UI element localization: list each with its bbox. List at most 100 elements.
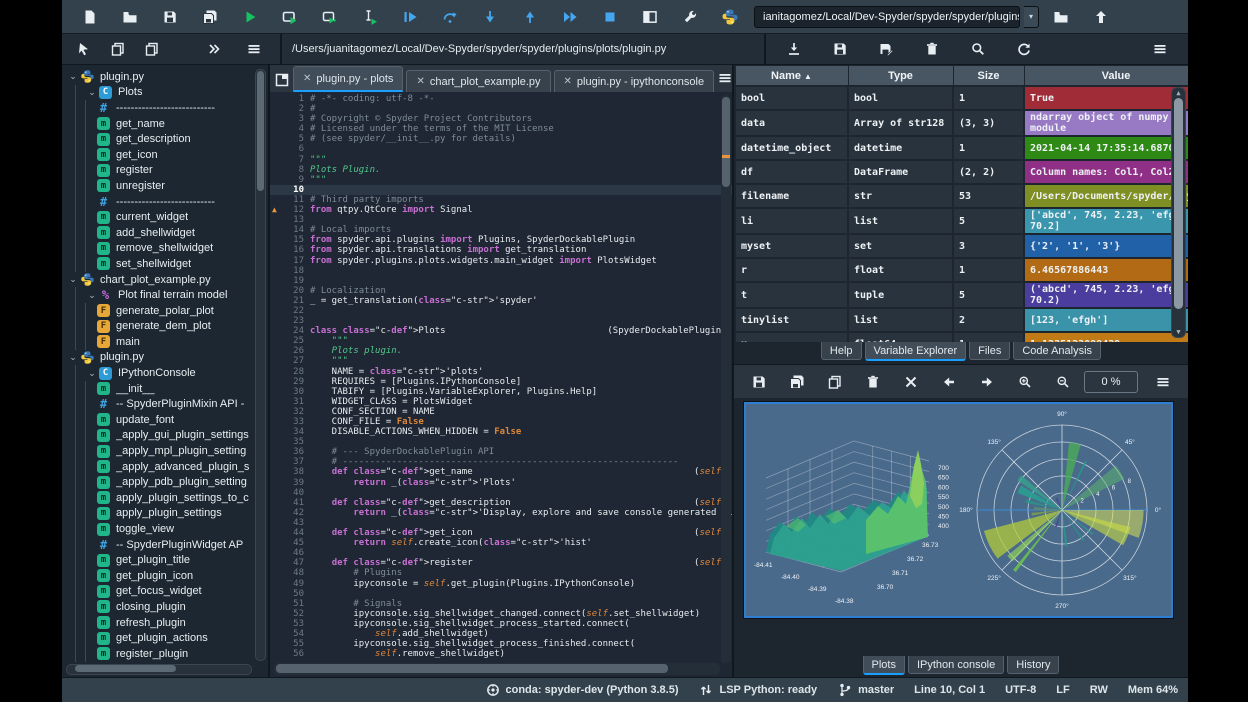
status-master[interactable]: master <box>837 682 894 698</box>
line-number[interactable]: 37 <box>270 457 310 467</box>
step-over-button[interactable] <box>432 4 468 30</box>
editor-options-menu[interactable] <box>717 68 733 88</box>
column-header-size[interactable]: Size <box>953 66 1024 87</box>
outline-item-Plotfinalterrainmodel[interactable]: ⌄%Plot final terrain model <box>62 287 258 303</box>
variable-row-r[interactable]: r float 1 6.46567886443 <box>735 258 1188 282</box>
line-number[interactable]: 50 <box>270 589 310 599</box>
outline-item-SpyderPluginWidgetAP[interactable]: #-- SpyderPluginWidget AP <box>62 537 258 553</box>
tab-help[interactable]: Help <box>821 342 862 360</box>
line-number[interactable]: 34 <box>270 427 310 437</box>
expander-chevron-icon[interactable]: ⌄ <box>66 71 80 82</box>
var-value[interactable]: Column names: Col1, Col2 <box>1024 160 1188 184</box>
line-number[interactable]: 5 <box>270 134 310 144</box>
outline-item-set_shellwidget[interactable]: mset_shellwidget <box>62 256 258 272</box>
run-cell-advance-button[interactable] <box>312 4 348 30</box>
variable-row-filename[interactable]: filename str 53 /Users/Documents/spyder/… <box>735 184 1188 208</box>
line-number[interactable]: 31 <box>270 397 310 407</box>
line-number[interactable]: 3 <box>270 114 310 124</box>
options-menu[interactable] <box>238 38 270 60</box>
editor-vertical-scrollbar[interactable] <box>721 95 731 663</box>
line-number[interactable]: 20 <box>270 286 310 296</box>
remove-plot-button[interactable] <box>856 370 890 394</box>
line-number[interactable]: 21 <box>270 296 310 306</box>
plot-figure[interactable]: 700650600550500450400-84.41-84.40-84.39-… <box>744 402 1173 618</box>
tab-history[interactable]: History <box>1007 656 1059 674</box>
line-number[interactable]: ▲12 <box>270 205 310 215</box>
remove-variable-button[interactable] <box>916 38 948 60</box>
maximize-pane-button[interactable] <box>632 4 668 30</box>
open-file-button[interactable] <box>112 4 148 30</box>
next-plot-button[interactable] <box>970 370 1004 394</box>
outline-item-pluginpy[interactable]: ⌄plugin.py <box>62 69 258 85</box>
outline-horizontal-scrollbar[interactable] <box>66 664 252 675</box>
var-value[interactable]: /Users/Documents/spyder/spyder/tests/tes… <box>1024 184 1188 208</box>
line-number[interactable]: 45 <box>270 538 310 548</box>
outline-item-get_plugin_icon[interactable]: mget_plugin_icon <box>62 568 258 584</box>
working-directory-dropdown-arrow[interactable]: ▾ <box>1024 6 1039 28</box>
line-number[interactable]: 46 <box>270 548 310 558</box>
editor-horizontal-scrollbar[interactable] <box>274 663 720 675</box>
line-number[interactable]: 17 <box>270 256 310 266</box>
line-number[interactable]: 40 <box>270 488 310 498</box>
outline-item-current_widget[interactable]: mcurrent_widget <box>62 209 258 225</box>
close-tab-icon[interactable]: ✕ <box>416 76 424 87</box>
tab-variable-explorer[interactable]: Variable Explorer <box>865 342 967 361</box>
line-number[interactable]: 26 <box>270 346 310 356</box>
expander-chevron-icon[interactable]: ⌄ <box>85 290 99 301</box>
outline-item-generate_polar_plot[interactable]: Fgenerate_polar_plot <box>62 303 258 319</box>
variable-row-myset[interactable]: myset set 3 {'2', '1', '3'} <box>735 234 1188 258</box>
line-number[interactable]: 41 <box>270 498 310 508</box>
options-menu[interactable] <box>1144 38 1176 60</box>
line-number[interactable]: 27 <box>270 356 310 366</box>
line-number[interactable]: 56 <box>270 649 310 659</box>
scroll-up-arrow[interactable]: ▲ <box>1174 89 1183 97</box>
line-number[interactable]: 39 <box>270 478 310 488</box>
status-line-10-col-1[interactable]: Line 10, Col 1 <box>914 684 985 696</box>
line-number[interactable]: 1 <box>270 94 310 104</box>
var-value[interactable]: 2021-04-14 17:35:14.687085 <box>1024 136 1188 160</box>
save-all-button[interactable] <box>192 4 228 30</box>
status-rw[interactable]: RW <box>1090 684 1108 696</box>
outline-item-update_font[interactable]: mupdate_font <box>62 412 258 428</box>
refresh-variables-button[interactable] <box>1008 38 1040 60</box>
outline-item-register_plugin[interactable]: mregister_plugin <box>62 646 258 662</box>
save-button[interactable] <box>152 4 188 30</box>
working-directory-combobox[interactable]: ianitagomez/Local/Dev-Spyder/spyder/spyd… <box>754 6 1020 28</box>
save-data-as-button[interactable] <box>870 38 902 60</box>
copy-path-button[interactable] <box>136 38 168 60</box>
line-number[interactable]: 54 <box>270 629 310 639</box>
var-value[interactable]: ndarray object of numpy module <box>1024 110 1188 136</box>
outline-item-apply_plugin_settings_to[interactable]: mapply_plugin_settings_to_c <box>62 490 258 506</box>
expander-chevron-icon[interactable]: ⌄ <box>85 87 99 98</box>
outline-item-[interactable]: #--------------------------- <box>62 100 258 116</box>
status-mem-64-[interactable]: Mem 64% <box>1128 684 1178 696</box>
var-value[interactable]: {'2', '1', '3'} <box>1024 234 1188 258</box>
save-data-button[interactable] <box>824 38 856 60</box>
options-menu[interactable] <box>1146 370 1180 394</box>
outline-item-get_icon[interactable]: mget_icon <box>62 147 258 163</box>
outline-item-get_plugin_actions[interactable]: mget_plugin_actions <box>62 630 258 646</box>
import-data-button[interactable] <box>778 38 810 60</box>
var-value[interactable]: ['abcd', 745, 2.23, 'efgh', 70.2] <box>1024 208 1188 234</box>
line-number[interactable]: 14 <box>270 225 310 235</box>
variable-row-datetime_object[interactable]: datetime_object datetime 1 2021-04-14 17… <box>735 136 1188 160</box>
var-value[interactable]: True <box>1024 86 1188 110</box>
line-number[interactable]: 52 <box>270 609 310 619</box>
line-number[interactable]: 7 <box>270 155 310 165</box>
zoom-in-button[interactable] <box>1008 370 1042 394</box>
line-number[interactable]: 4 <box>270 124 310 134</box>
outline-item-unregister[interactable]: munregister <box>62 178 258 194</box>
outline-item-get_name[interactable]: mget_name <box>62 116 258 132</box>
editor-tab-chart-plot-example-py[interactable]: ✕chart_plot_example.py <box>406 70 550 92</box>
tab-ipython-console[interactable]: IPython console <box>908 656 1004 674</box>
outline-item-get_focus_widget[interactable]: mget_focus_widget <box>62 584 258 600</box>
line-number[interactable]: 18 <box>270 266 310 276</box>
variable-row-df[interactable]: df DataFrame (2, 2) Column names: Col1, … <box>735 160 1188 184</box>
line-number[interactable]: 24 <box>270 326 310 336</box>
line-number[interactable]: 36 <box>270 447 310 457</box>
outline-item-closing_plugin[interactable]: mclosing_plugin <box>62 599 258 615</box>
expander-chevron-icon[interactable]: ⌄ <box>85 368 99 379</box>
line-number[interactable]: 48 <box>270 568 310 578</box>
line-number[interactable]: 49 <box>270 579 310 589</box>
line-number[interactable]: 15 <box>270 235 310 245</box>
